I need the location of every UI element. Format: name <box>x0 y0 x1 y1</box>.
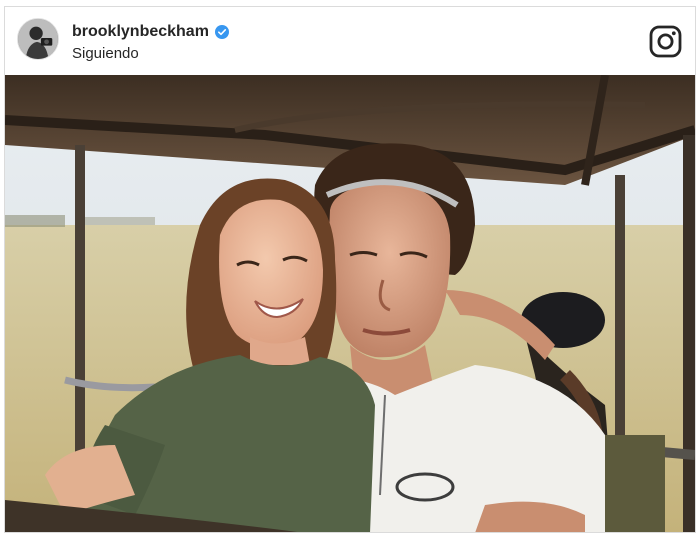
post-photo[interactable] <box>5 75 695 532</box>
instagram-post-card: brooklynbeckham Siguiendo <box>4 6 696 533</box>
verified-badge-icon <box>214 25 229 39</box>
profile-avatar[interactable] <box>17 18 59 60</box>
follow-status[interactable]: Siguiendo <box>72 45 139 62</box>
instagram-icon[interactable] <box>649 25 682 58</box>
username-link[interactable]: brooklynbeckham <box>72 23 209 41</box>
post-header: brooklynbeckham Siguiendo <box>5 7 695 75</box>
username-row: brooklynbeckham <box>72 23 229 41</box>
